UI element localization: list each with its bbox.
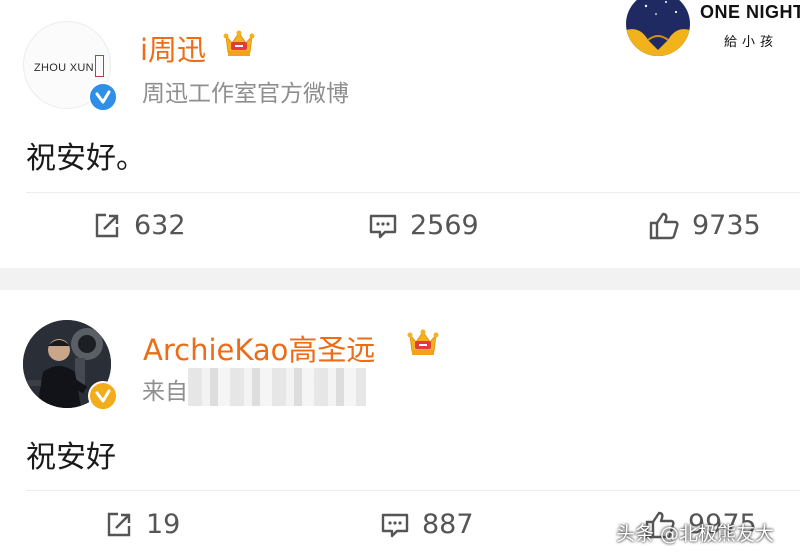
thumbs-up-icon <box>649 212 679 239</box>
repost-button[interactable]: 632 <box>92 210 186 241</box>
comment-button[interactable]: 2569 <box>368 210 479 241</box>
comment-count: 2569 <box>410 210 479 241</box>
verified-badge-icon <box>88 82 118 112</box>
comment-icon <box>369 214 397 238</box>
post-source: 周迅工作室官方微博 <box>142 81 349 107</box>
username[interactable]: ArchieKao高圣远 <box>143 327 375 369</box>
one-night-badge: ONE NIGHT 給小孩 <box>626 0 800 60</box>
watermark: 头条 @北极熊友大 <box>616 523 775 545</box>
post-content: 祝安好。 <box>26 141 146 176</box>
comment-icon <box>381 513 409 537</box>
like-button[interactable]: 9735 <box>648 210 761 241</box>
crown-icon <box>407 329 439 355</box>
divider <box>26 490 800 491</box>
avatar-logo-text: ZHOU XUN <box>34 62 94 74</box>
comment-button[interactable]: 887 <box>380 509 474 540</box>
comment-count: 887 <box>422 509 474 540</box>
blurred-source <box>188 368 366 406</box>
post-separator <box>0 268 800 290</box>
username[interactable]: i周迅 <box>140 27 206 69</box>
share-icon <box>107 512 131 536</box>
badge-subtitle: 給小孩 <box>724 35 779 50</box>
share-icon <box>95 213 119 237</box>
repost-count: 19 <box>146 509 181 540</box>
hands-logo-icon <box>626 0 690 56</box>
seal-icon <box>95 55 104 77</box>
verified-badge-icon <box>88 381 118 411</box>
crown-icon <box>223 30 255 56</box>
repost-count: 632 <box>134 210 186 241</box>
divider <box>26 192 800 193</box>
post-content: 祝安好 <box>26 440 116 475</box>
badge-title: ONE NIGHT <box>700 2 800 22</box>
post-source: 来自 <box>142 379 188 405</box>
like-count: 9735 <box>692 210 761 241</box>
repost-button[interactable]: 19 <box>104 509 180 540</box>
